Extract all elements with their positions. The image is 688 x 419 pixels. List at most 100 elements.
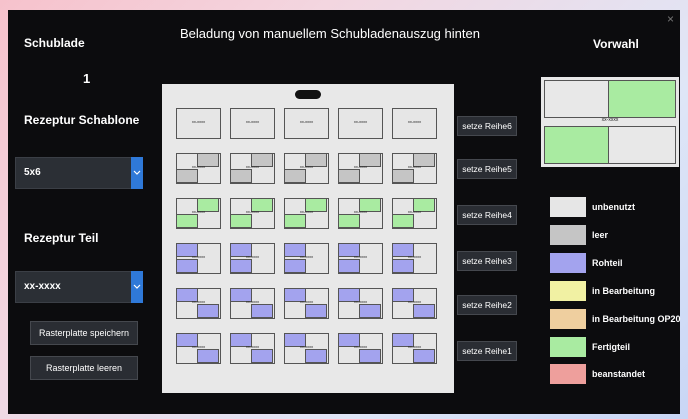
cell-quadrant <box>413 349 435 363</box>
legend-swatch <box>550 253 586 273</box>
cell-quadrant <box>285 259 306 273</box>
cell-part-text: xx-xxxx <box>299 209 314 214</box>
preselection-preview: xx-xxxx <box>541 77 679 167</box>
cell-part-text: xx-xxxx <box>191 299 206 304</box>
cell-part-text: xx-xxxx <box>353 299 368 304</box>
cell-part-text: xx-xxxx <box>245 299 260 304</box>
part-recipe-select[interactable]: xx-xxxx <box>15 271 143 303</box>
cell-quadrant <box>413 304 435 318</box>
cell-quadrant <box>359 304 381 318</box>
grid-plate: xx-xxxx xx-xxxx xx-xxxx xx-xxxx xx-xxxx xx-xx… <box>162 84 454 393</box>
cell-quadrant <box>393 214 414 228</box>
set-row-button[interactable]: setze Reihe3 <box>457 251 517 271</box>
cell-part-text: xx-xxxx <box>299 164 314 169</box>
preselection-title: Vorwahl <box>593 37 639 51</box>
grid-cell[interactable]: xx-xxxx <box>230 288 275 319</box>
cell-quadrant <box>177 259 198 273</box>
cell-part-text: xx-xxxx <box>353 119 368 124</box>
grid-cell[interactable]: xx-xxxx <box>230 243 275 274</box>
drawer-label: Schublade <box>24 36 85 50</box>
grid-cell[interactable]: xx-xxxx <box>392 288 437 319</box>
cell-quadrant <box>231 214 252 228</box>
legend-swatch <box>550 309 586 329</box>
chevron-down-icon[interactable] <box>131 271 143 303</box>
grid-cell[interactable]: xx-xxxx <box>176 333 221 364</box>
preview-quadrant <box>608 80 676 118</box>
clear-grid-plate-button[interactable]: Rasterplatte leeren <box>30 356 138 380</box>
legend-label: Rohteil <box>592 258 623 268</box>
set-row-button[interactable]: setze Reihe2 <box>457 295 517 315</box>
template-recipe-select[interactable]: 5x6 <box>15 157 143 189</box>
part-recipe-label: Rezeptur Teil <box>24 231 99 245</box>
grid-cell[interactable]: xx-xxxx <box>392 333 437 364</box>
grid-cell[interactable]: xx-xxxx <box>284 108 329 139</box>
cell-part-text: xx-xxxx <box>245 164 260 169</box>
cell-quadrant <box>393 169 414 183</box>
cell-quadrant <box>197 304 219 318</box>
set-row-button[interactable]: setze Reihe6 <box>457 116 517 136</box>
legend-label: in Bearbeitung OP20 <box>592 314 681 324</box>
grid-cell[interactable]: xx-xxxx <box>392 198 437 229</box>
cell-part-text: xx-xxxx <box>245 119 260 124</box>
grid-cell[interactable]: xx-xxxx <box>338 108 383 139</box>
set-row-button[interactable]: setze Reihe5 <box>457 159 517 179</box>
grid-cell[interactable]: xx-xxxx <box>284 198 329 229</box>
cell-part-text: xx-xxxx <box>407 254 422 259</box>
grid-cell[interactable]: xx-xxxx <box>176 288 221 319</box>
legend-label: unbenutzt <box>592 202 635 212</box>
close-icon[interactable]: × <box>667 12 674 26</box>
grid-cell[interactable]: xx-xxxx <box>230 108 275 139</box>
cell-part-text: xx-xxxx <box>299 299 314 304</box>
cell-part-text: xx-xxxx <box>353 254 368 259</box>
grid-cell[interactable]: xx-xxxx <box>284 288 329 319</box>
grid-cell[interactable]: xx-xxxx <box>338 333 383 364</box>
cell-part-text: xx-xxxx <box>407 209 422 214</box>
preview-quadrant <box>544 80 612 118</box>
legend-label: leer <box>592 230 609 240</box>
legend-label: beanstandet <box>592 369 646 379</box>
grid-cell[interactable]: xx-xxxx <box>392 108 437 139</box>
template-recipe-label: Rezeptur Schablone <box>24 113 140 127</box>
cell-quadrant <box>251 304 273 318</box>
cell-part-text: xx-xxxx <box>407 299 422 304</box>
cell-quadrant <box>305 304 327 318</box>
grid-cell[interactable]: xx-xxxx <box>230 333 275 364</box>
grid-cell[interactable]: xx-xxxx <box>284 153 329 184</box>
cell-part-text: xx-xxxx <box>353 344 368 349</box>
grid-cell[interactable]: xx-xxxx <box>338 288 383 319</box>
cell-part-text: xx-xxxx <box>407 164 422 169</box>
cell-part-text: xx-xxxx <box>191 344 206 349</box>
save-grid-plate-button[interactable]: Rasterplatte speichern <box>30 321 138 345</box>
cell-quadrant <box>231 169 252 183</box>
grid-cell[interactable]: xx-xxxx <box>392 243 437 274</box>
cell-quadrant <box>251 349 273 363</box>
grid-cell[interactable]: xx-xxxx <box>284 333 329 364</box>
cell-part-text: xx-xxxx <box>191 164 206 169</box>
grid-cell[interactable]: xx-xxxx <box>338 198 383 229</box>
legend-label: Fertigteil <box>592 342 631 352</box>
grid-cell[interactable]: xx-xxxx <box>176 108 221 139</box>
cell-quadrant <box>197 349 219 363</box>
grid-cell[interactable]: xx-xxxx <box>392 153 437 184</box>
cell-quadrant <box>305 349 327 363</box>
legend-swatch <box>550 337 586 357</box>
drawer-handle <box>295 90 321 99</box>
set-row-button[interactable]: setze Reihe1 <box>457 341 517 361</box>
cell-part-text: xx-xxxx <box>191 119 206 124</box>
grid-cell[interactable]: xx-xxxx <box>230 153 275 184</box>
set-row-button[interactable]: setze Reihe4 <box>457 205 517 225</box>
preview-quadrant <box>544 126 612 164</box>
grid-cell[interactable]: xx-xxxx <box>284 243 329 274</box>
part-recipe-value: xx-xxxx <box>24 281 61 292</box>
grid-cell[interactable]: xx-xxxx <box>176 243 221 274</box>
legend-swatch <box>550 281 586 301</box>
grid-cell[interactable]: xx-xxxx <box>338 243 383 274</box>
cell-quadrant <box>339 214 360 228</box>
cell-quadrant <box>177 214 198 228</box>
grid-cell[interactable]: xx-xxxx <box>338 153 383 184</box>
template-recipe-value: 5x6 <box>24 167 41 178</box>
grid-cell[interactable]: xx-xxxx <box>230 198 275 229</box>
grid-cell[interactable]: xx-xxxx <box>176 198 221 229</box>
chevron-down-icon[interactable] <box>131 157 143 189</box>
grid-cell[interactable]: xx-xxxx <box>176 153 221 184</box>
